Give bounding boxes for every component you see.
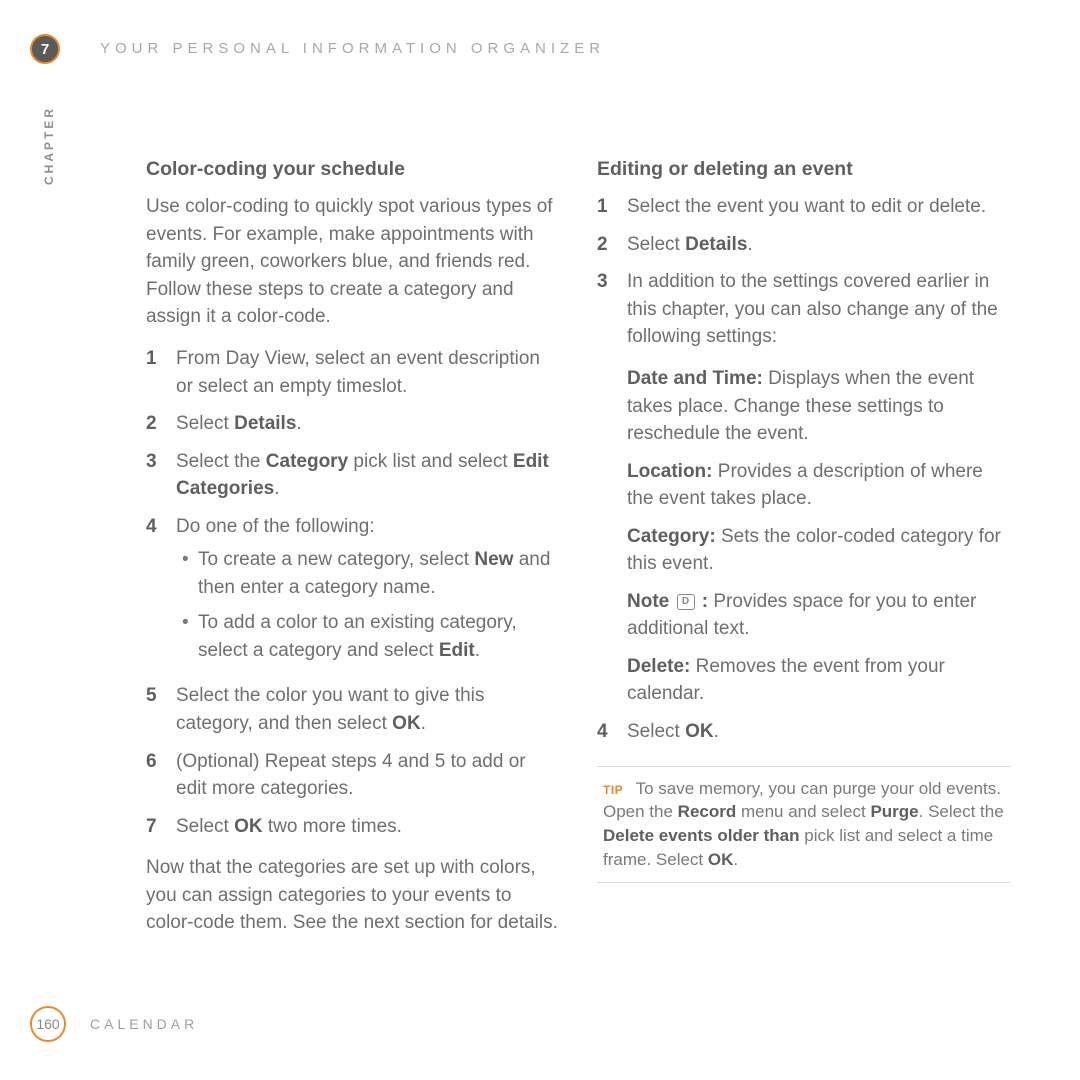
step-2: 2 Select Details. [146, 410, 559, 438]
chapter-number: 7 [41, 41, 49, 58]
tip-label: TIP [603, 783, 623, 797]
tip-text: . Select the [919, 802, 1004, 821]
intro-paragraph: Use color-coding to quickly spot various… [146, 193, 559, 331]
step-body: Select the color you want to give this c… [176, 682, 559, 737]
bold-ok: OK [685, 721, 714, 742]
footer-section-title: CALENDAR [90, 1016, 198, 1032]
step-body: Select OK. [627, 718, 1010, 746]
step-6: 6 (Optional) Repeat steps 4 and 5 to add… [146, 748, 559, 803]
text: Select [176, 413, 234, 434]
step-number: 2 [597, 231, 627, 259]
page-content: Color-coding your schedule Use color-cod… [146, 155, 1010, 990]
bold-ok: OK [234, 816, 263, 837]
tip-text: . [733, 850, 738, 869]
bold-category: Category [266, 451, 348, 472]
step-body: Select OK two more times. [176, 813, 559, 841]
text: pick list and select [348, 451, 513, 472]
text: . [296, 413, 301, 434]
text: . [421, 713, 426, 734]
option-new-category: To create a new category, select New and… [176, 546, 559, 601]
step-4: 4 Do one of the following: To create a n… [146, 513, 559, 673]
color-coding-steps: 1 From Day View, select an event descrip… [146, 345, 559, 840]
step-body: From Day View, select an event descripti… [176, 345, 559, 400]
text: Select the color you want to give this c… [176, 685, 484, 734]
text: . [274, 478, 279, 499]
def-location: Location: Provides a description of wher… [627, 458, 1010, 513]
term-colon: : [697, 591, 709, 612]
step-body: Select the Category pick list and select… [176, 448, 559, 503]
def-delete: Delete: Removes the event from your cale… [627, 653, 1010, 708]
text: . [747, 234, 752, 255]
text: Select [176, 816, 234, 837]
section-heading-color-coding: Color-coding your schedule [146, 155, 559, 183]
right-column: Editing or deleting an event 1 Select th… [597, 155, 1010, 990]
text: . [475, 640, 480, 661]
step-4-options: To create a new category, select New and… [176, 546, 559, 664]
def-note: Note D : Provides space for you to enter… [627, 588, 1010, 643]
step-3: 3 Select the Category pick list and sele… [146, 448, 559, 503]
step-body: Do one of the following: To create a new… [176, 513, 559, 673]
def-category: Category: Sets the color-coded category … [627, 523, 1010, 578]
step-number: 5 [146, 682, 176, 710]
term: Note [627, 591, 675, 612]
bold-ok: OK [708, 850, 734, 869]
option-edit-category: To add a color to an existing category, … [176, 609, 559, 664]
text: Do one of the following: [176, 516, 375, 537]
tip-text: menu and select [736, 802, 870, 821]
outro-paragraph: Now that the categories are set up with … [146, 854, 559, 937]
step-3: 3 In addition to the settings covered ea… [597, 268, 1010, 351]
note-icon: D [677, 594, 695, 610]
step-number: 3 [146, 448, 176, 476]
bold-new: New [474, 549, 513, 570]
step-2: 2 Select Details. [597, 231, 1010, 259]
page-footer: 160 CALENDAR [30, 1006, 198, 1042]
text: To create a new category, select [198, 549, 474, 570]
step-7: 7 Select OK two more times. [146, 813, 559, 841]
page-number-badge: 160 [30, 1006, 66, 1042]
bold-ok: OK [392, 713, 421, 734]
term: Delete: [627, 656, 690, 677]
step-number: 3 [597, 268, 627, 296]
bold-details: Details [685, 234, 747, 255]
text: Select [627, 721, 685, 742]
editing-steps: 1 Select the event you want to edit or d… [597, 193, 1010, 351]
def-date-time: Date and Time: Displays when the event t… [627, 365, 1010, 448]
step-body: (Optional) Repeat steps 4 and 5 to add o… [176, 748, 559, 803]
bold-delete-older: Delete events older than [603, 826, 800, 845]
editing-steps-cont: 4 Select OK. [597, 718, 1010, 746]
step-number: 6 [146, 748, 176, 776]
step-body: Select the event you want to edit or del… [627, 193, 1010, 221]
tip-box: TIP To save memory, you can purge your o… [597, 766, 1010, 883]
step-body: In addition to the settings covered earl… [627, 268, 1010, 351]
step-4: 4 Select OK. [597, 718, 1010, 746]
step-1: 1 Select the event you want to edit or d… [597, 193, 1010, 221]
section-heading-editing: Editing or deleting an event [597, 155, 1010, 183]
left-column: Color-coding your schedule Use color-cod… [146, 155, 559, 990]
step-5: 5 Select the color you want to give this… [146, 682, 559, 737]
step-number: 7 [146, 813, 176, 841]
step-1: 1 From Day View, select an event descrip… [146, 345, 559, 400]
chapter-label: CHAPTER [42, 106, 56, 185]
step-number: 1 [597, 193, 627, 221]
text: . [714, 721, 719, 742]
step-body: Select Details. [627, 231, 1010, 259]
page-number: 160 [36, 1016, 59, 1032]
bold-details: Details [234, 413, 296, 434]
step-number: 1 [146, 345, 176, 373]
text: two more times. [263, 816, 402, 837]
step-number: 2 [146, 410, 176, 438]
bold-edit: Edit [439, 640, 475, 661]
chapter-number-badge: 7 [30, 34, 60, 64]
step-body: Select Details. [176, 410, 559, 438]
text: Select the [176, 451, 266, 472]
bold-record: Record [678, 802, 737, 821]
term: Location: [627, 461, 713, 482]
bold-purge: Purge [870, 802, 918, 821]
step-number: 4 [597, 718, 627, 746]
step-number: 4 [146, 513, 176, 541]
term: Date and Time: [627, 368, 763, 389]
term: Category: [627, 526, 716, 547]
running-header: YOUR PERSONAL INFORMATION ORGANIZER [100, 40, 605, 57]
text: Select [627, 234, 685, 255]
